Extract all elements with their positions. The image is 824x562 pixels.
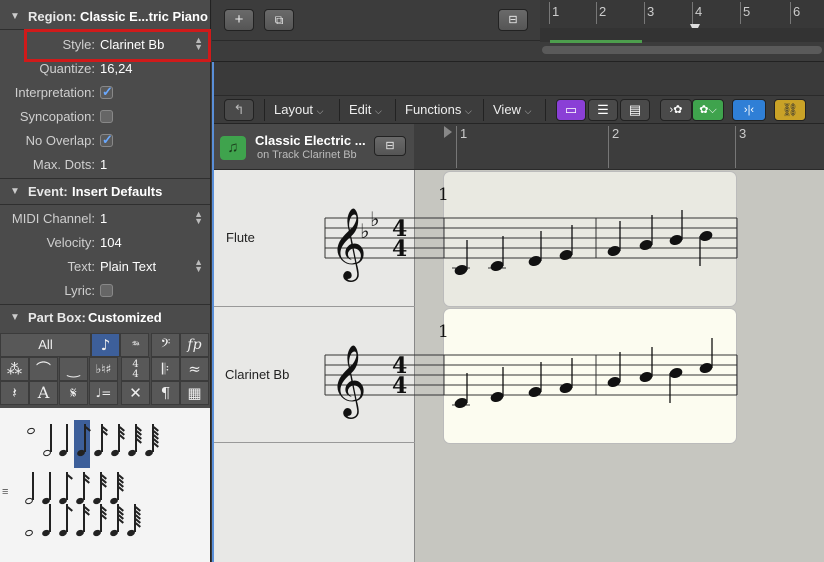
measure-number: 1: [438, 185, 449, 205]
measure-number: 1: [438, 322, 449, 342]
treble-clef-icon: 𝄞: [330, 343, 367, 419]
flat-icon: ♭: [360, 219, 369, 243]
score-notation: 𝄞 441♭ ♭𝄞 441: [324, 185, 738, 419]
time-signature-bottom: 4: [392, 373, 407, 399]
time-signature-bottom: 4: [392, 236, 407, 262]
treble-clef-icon: 𝄞: [330, 206, 367, 282]
flat-icon: ♭: [370, 207, 379, 231]
